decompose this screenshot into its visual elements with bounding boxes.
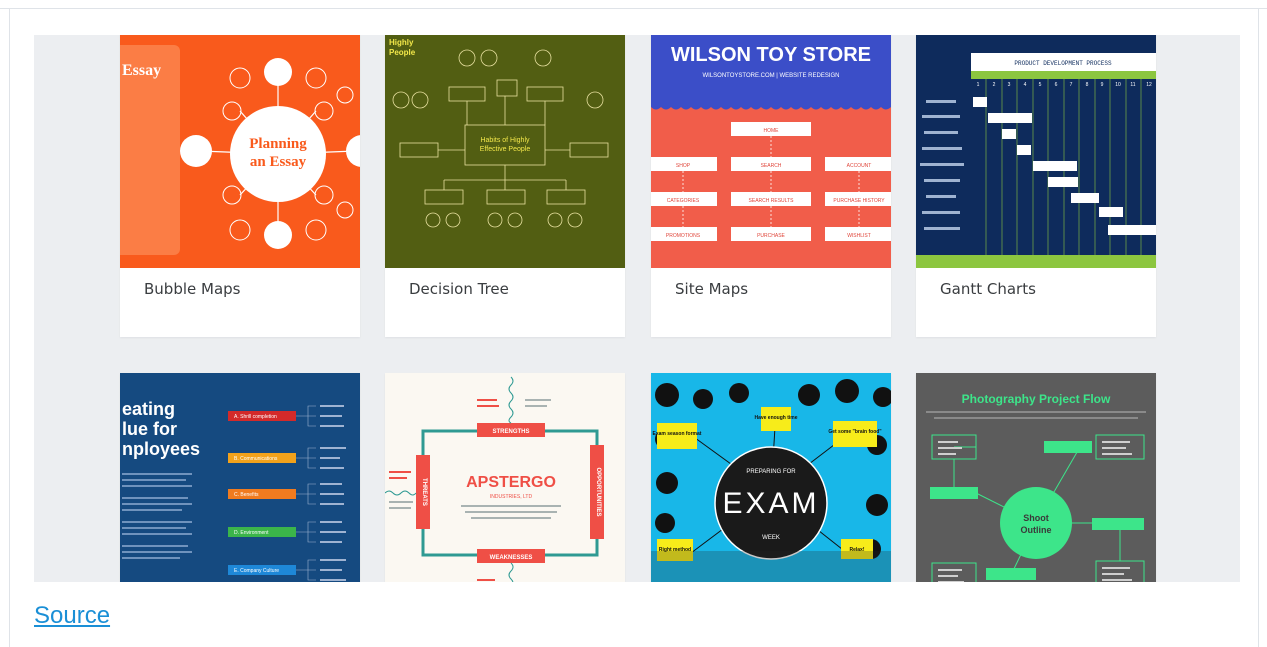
- source-link[interactable]: Source: [34, 602, 110, 630]
- bubble-map-thumbnail: Essay Planning an Essay: [120, 35, 360, 268]
- svg-text:A. Shrill completion: A. Shrill completion: [234, 414, 277, 420]
- svg-text:1: 1: [977, 82, 980, 88]
- sitemap-subtitle: WILSONTOYSTORE.COM | WEBSITE REDESIGN: [702, 73, 839, 79]
- svg-text:eating: eating: [122, 399, 175, 419]
- svg-text:SHOP: SHOP: [676, 163, 691, 169]
- employee-values-thumbnail: eating lue for nployees A. Shrill comple…: [120, 373, 360, 582]
- svg-text:THREATS: THREATS: [421, 478, 427, 506]
- svg-text:INDUSTRIES, LTD: INDUSTRIES, LTD: [490, 494, 533, 500]
- svg-text:Shoot: Shoot: [1023, 513, 1049, 523]
- svg-text:nployees: nployees: [122, 439, 200, 459]
- swot-thumbnail: STRENGTHS WEAKNESSES THREATS OPPORTUNITI…: [385, 373, 625, 582]
- svg-text:WEEK: WEEK: [762, 535, 780, 541]
- card-caption: Gantt Charts: [940, 280, 1036, 298]
- template-gallery-screenshot: Essay Planning an Essay Bubble Maps High…: [34, 35, 1240, 582]
- svg-text:8: 8: [1086, 82, 1089, 88]
- svg-text:ACCOUNT: ACCOUNT: [847, 163, 872, 169]
- svg-text:an Essay: an Essay: [250, 154, 307, 170]
- template-card-photography-flow[interactable]: Photography Project Flow Shoot Outline: [916, 373, 1156, 582]
- template-card-employee-values[interactable]: eating lue for nployees A. Shrill comple…: [120, 373, 360, 582]
- exam-title: EXAM: [722, 487, 819, 520]
- svg-text:2: 2: [993, 82, 996, 88]
- frame-left-border: [9, 8, 10, 647]
- svg-text:WEAKNESSES: WEAKNESSES: [490, 555, 533, 561]
- template-card-site-maps[interactable]: WILSON TOY STORE WILSONTOYSTORE.COM | WE…: [651, 35, 891, 337]
- svg-text:E. Company Culture: E. Company Culture: [234, 568, 279, 574]
- svg-text:12: 12: [1146, 82, 1152, 88]
- svg-text:PROMOTIONS: PROMOTIONS: [666, 233, 701, 239]
- frame-top-border: [0, 8, 1267, 9]
- svg-text:B. Communications: B. Communications: [234, 456, 278, 462]
- svg-text:3: 3: [1008, 82, 1011, 88]
- card-caption: Site Maps: [675, 280, 749, 298]
- svg-text:CATEGORIES: CATEGORIES: [667, 198, 700, 204]
- template-card-exam-prep[interactable]: PREPARING FOR EXAM WEEK Exam season form…: [651, 373, 891, 582]
- gantt-title: PRODUCT DEVELOPMENT PROCESS: [1014, 60, 1112, 67]
- svg-text:5: 5: [1039, 82, 1042, 88]
- svg-text:PREPARING FOR: PREPARING FOR: [746, 469, 796, 475]
- svg-text:Effective People: Effective People: [480, 146, 531, 153]
- svg-text:6: 6: [1055, 82, 1058, 88]
- sitemap-title: WILSON TOY STORE: [671, 44, 871, 66]
- svg-text:PURCHASE HISTORY: PURCHASE HISTORY: [833, 198, 885, 204]
- svg-text:11: 11: [1130, 82, 1135, 88]
- svg-text:D. Environment: D. Environment: [234, 530, 269, 536]
- gantt-chart-thumbnail: PRODUCT DEVELOPMENT PROCESS 123456 7 8 9 10…: [916, 35, 1156, 268]
- svg-text:Outline: Outline: [1021, 525, 1052, 535]
- svg-text:9: 9: [1101, 82, 1104, 88]
- svg-text:HOME: HOME: [764, 128, 780, 134]
- photography-flow-thumbnail: Photography Project Flow Shoot Outline: [916, 373, 1156, 582]
- svg-text:SEARCH RESULTS: SEARCH RESULTS: [749, 198, 795, 204]
- svg-text:Exam season format: Exam season format: [653, 431, 702, 437]
- svg-text:4: 4: [1024, 82, 1027, 88]
- svg-text:Get some "brain food": Get some "brain food": [828, 429, 882, 435]
- svg-text:SEARCH: SEARCH: [761, 163, 782, 169]
- swot-title: APSTERGO: [466, 474, 556, 491]
- svg-text:7: 7: [1070, 82, 1073, 88]
- svg-text:WISHLIST: WISHLIST: [847, 233, 871, 239]
- template-card-decision-tree[interactable]: Highly People Habits of Highly Effective…: [385, 35, 625, 337]
- decision-tree-thumbnail: Highly People Habits of Highly Effective…: [385, 35, 625, 268]
- svg-text:Habits of Highly: Habits of Highly: [480, 137, 530, 144]
- site-map-thumbnail: WILSON TOY STORE WILSONTOYSTORE.COM | WE…: [651, 35, 891, 268]
- template-card-gantt-charts[interactable]: PRODUCT DEVELOPMENT PROCESS 123456 7 8 9 10…: [916, 35, 1156, 337]
- svg-text:Highly: Highly: [389, 38, 414, 47]
- svg-text:Planning: Planning: [249, 136, 307, 152]
- exam-prep-thumbnail: PREPARING FOR EXAM WEEK Exam season form…: [651, 373, 891, 582]
- svg-text:Have enough time: Have enough time: [754, 415, 797, 421]
- svg-text:PURCHASE: PURCHASE: [757, 233, 785, 239]
- template-card-bubble-maps[interactable]: Essay Planning an Essay Bubble Maps: [120, 35, 360, 337]
- svg-text:lue for: lue for: [122, 419, 177, 439]
- svg-text:People: People: [389, 48, 416, 57]
- template-card-swot-analysis[interactable]: STRENGTHS WEAKNESSES THREATS OPPORTUNITI…: [385, 373, 625, 582]
- card-caption: Bubble Maps: [144, 280, 241, 298]
- card-caption: Decision Tree: [409, 280, 509, 298]
- svg-text:STRENGTHS: STRENGTHS: [492, 429, 529, 435]
- svg-text:C. Benefits: C. Benefits: [234, 492, 259, 498]
- frame-right-border: [1258, 8, 1259, 647]
- svg-text:OPPORTUNITIES: OPPORTUNITIES: [595, 467, 601, 516]
- photo-flow-title: Photography Project Flow: [962, 392, 1111, 406]
- bubble-side-label: Essay: [122, 62, 161, 79]
- svg-text:10: 10: [1115, 82, 1121, 88]
